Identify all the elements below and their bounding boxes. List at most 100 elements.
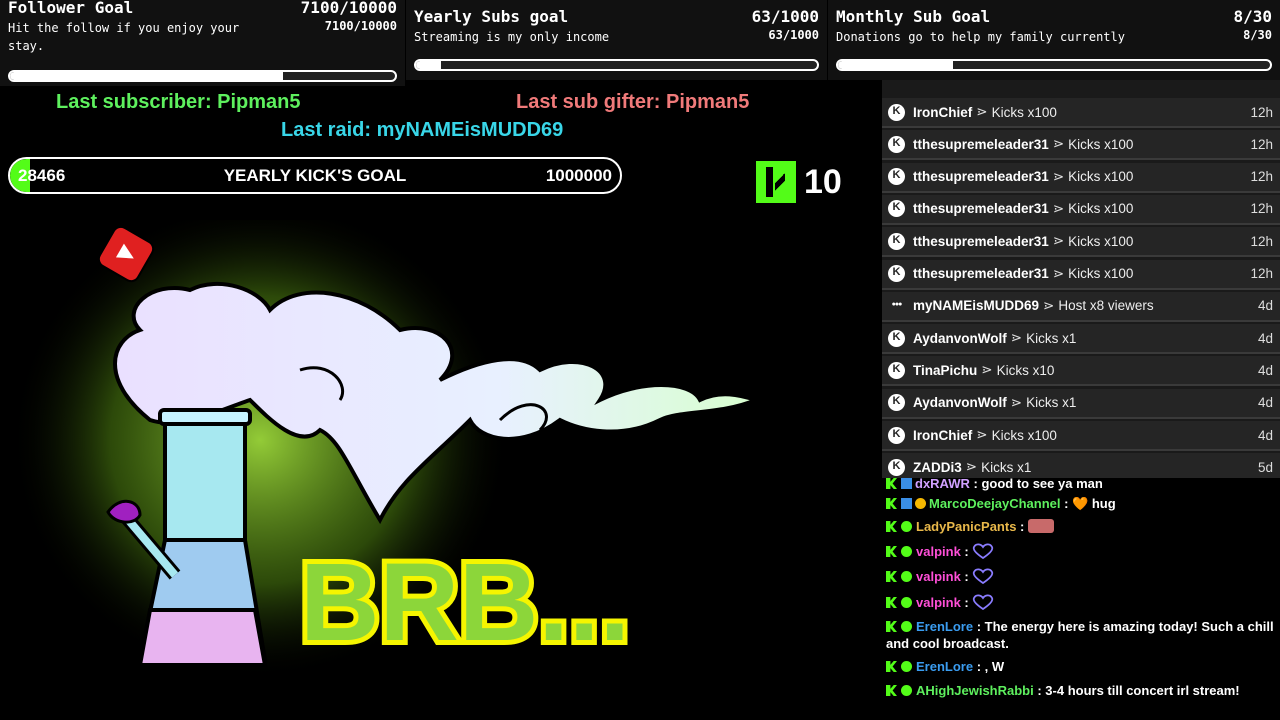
feed-row: ZADDi3⋗Kicks x1 5d — [882, 453, 1280, 480]
feed-action: Kicks x1 — [981, 459, 1032, 475]
kicks-target: 1000000 — [545, 166, 612, 185]
feed-row: tthesupremeleader31⋗Kicks x100 12h — [882, 194, 1280, 225]
feed-row: IronChief⋗Kicks x100 4d — [882, 421, 1280, 451]
chat-text: : 3-4 hours till concert irl stream! — [1033, 683, 1240, 698]
subscriber-badge-icon — [901, 498, 912, 509]
brb-scene: BRB... — [0, 220, 876, 720]
chat-panel: dxRAWR : good to see ya man MarcoDeejayCh… — [882, 478, 1280, 720]
feed-action: Kicks x1 — [1026, 395, 1077, 411]
feed-username: tthesupremeleader31 — [913, 266, 1049, 281]
verified-badge-icon — [901, 571, 912, 582]
kick-icon — [888, 329, 905, 347]
feed-action: Kicks x100 — [1068, 169, 1134, 185]
goal-progress-fill — [416, 61, 442, 69]
feed-username: AydanvonWolf — [913, 395, 1007, 411]
goal-progress-bar — [8, 70, 397, 82]
chat-message: AHighJewishRabbi : 3-4 hours till concer… — [886, 682, 1276, 699]
kick-icon — [888, 103, 905, 121]
kick-badge-icon — [886, 521, 897, 532]
feed-username: tthesupremeleader31 — [913, 233, 1049, 249]
feed-time: 4d — [1257, 362, 1273, 378]
feed-row: tthesupremeleader31⋗Kicks x100 12h — [882, 227, 1280, 258]
goal-description: Hit the follow if you enjoy your stay. — [8, 21, 240, 53]
feed-username: ZADDi3 — [913, 459, 962, 475]
feed-separator: ⋗ — [965, 459, 978, 475]
feed-username: myNAMEisMUDD69 — [913, 298, 1040, 314]
chat-message: ErenLore : The energy here is amazing to… — [886, 618, 1276, 652]
goal-count-small: 7100/10000 — [324, 19, 397, 33]
feed-row: tthesupremeleader31⋗Kicks x100 12h — [882, 130, 1280, 161]
verified-badge-icon — [901, 621, 912, 632]
kick-icon — [888, 168, 905, 186]
kick-icon — [888, 135, 905, 153]
chat-text: : — [960, 569, 973, 584]
feed-separator: ⋗ — [1052, 200, 1065, 216]
chat-message: MarcoDeejayChannel : 🧡 hug — [886, 495, 1276, 512]
chat-username[interactable]: MarcoDeejayChannel — [929, 496, 1061, 511]
feed-time: 4d — [1257, 427, 1273, 443]
last-subscriber-text: Last subscriber: Pipman5 — [56, 91, 301, 113]
kick-badge-icon — [886, 597, 897, 608]
feed-time: 4d — [1257, 330, 1273, 346]
feed-row: IronChief⋗Kicks x100 12h — [882, 98, 1280, 128]
chat-username[interactable]: valpink — [916, 544, 961, 559]
feed-time: 12h — [1250, 233, 1273, 249]
chat-username[interactable]: ErenLore — [916, 659, 973, 674]
feed-separator: ⋗ — [976, 427, 988, 442]
last-raid-text: Last raid: myNAMEisMUDD69 — [281, 119, 564, 141]
chat-username[interactable]: LadyPanicPants — [916, 519, 1016, 534]
feed-row: tthesupremeleader31⋗Kicks x100 12h — [882, 259, 1280, 290]
feed-username: tthesupremeleader31 — [913, 169, 1049, 185]
brb-illustration: BRB... — [10, 220, 762, 680]
follower-goal-widget: Follower Goal 7100/10000 Hit the follow … — [0, 0, 405, 86]
feed-username: AydanvonWolf — [913, 330, 1007, 346]
verified-badge-icon — [901, 685, 912, 696]
chat-text: : , W — [973, 659, 1005, 674]
kick-logo-icon — [756, 161, 796, 203]
kicks-goal-label: YEARLY KICK'S GOAL — [223, 166, 407, 185]
yearly-kicks-goal-bar: 28466 YEARLY KICK'S GOAL 1000000 — [8, 157, 622, 194]
feed-username: tthesupremeleader31 — [913, 201, 1049, 217]
kick-icon — [888, 458, 905, 476]
kick-counter: 10 — [756, 160, 842, 204]
feed-separator: ⋗ — [1052, 265, 1065, 281]
kick-badge-icon — [886, 571, 897, 582]
kick-count: 10 — [804, 162, 842, 201]
heart-emote-icon — [973, 568, 994, 584]
chat-username[interactable]: AHighJewishRabbi — [916, 683, 1034, 698]
feed-action: Kicks x100 — [1068, 266, 1134, 281]
feed-action: Kicks x100 — [991, 104, 1057, 120]
goal-progress-bar — [836, 59, 1272, 71]
goal-title: Follower Goal — [8, 0, 134, 17]
feed-separator: ⋗ — [981, 362, 993, 378]
chat-message: valpink : — [886, 594, 1276, 611]
emote-icon — [1028, 519, 1054, 533]
chat-username[interactable]: dxRAWR — [915, 478, 970, 491]
feed-time: 4d — [1257, 395, 1273, 411]
chat-username[interactable]: valpink — [916, 569, 961, 584]
goal-progress-fill — [10, 72, 284, 80]
chat-message: dxRAWR : good to see ya man — [886, 478, 1276, 492]
kick-icon — [888, 232, 905, 250]
verified-badge-icon — [901, 597, 912, 608]
chat-username[interactable]: ErenLore — [916, 619, 973, 634]
feed-action: Kicks x100 — [1068, 201, 1134, 217]
kick-icon — [888, 394, 905, 412]
activity-feed: IronChief⋗Kicks x10012htthesupremeleader… — [882, 80, 1280, 480]
goal-progress-bar — [414, 59, 819, 71]
chat-message: LadyPanicPants : — [886, 518, 1276, 535]
goal-count: 8/30 — [1233, 7, 1272, 26]
feed-time: 12h — [1250, 266, 1273, 281]
feed-username: IronChief — [913, 104, 973, 120]
feed-row: TinaPichu⋗Kicks x10 4d — [882, 356, 1280, 387]
host-icon — [888, 297, 905, 314]
feed-separator: ⋗ — [1043, 297, 1055, 313]
heart-emote-icon — [973, 594, 994, 610]
feed-row: AydanvonWolf⋗Kicks x1 4d — [882, 324, 1280, 355]
verified-badge-icon — [901, 521, 912, 532]
chat-text: : — [960, 595, 973, 610]
chat-username[interactable]: valpink — [916, 595, 961, 610]
kick-badge-icon — [886, 685, 897, 696]
verified-badge-icon — [901, 546, 912, 557]
goal-progress-fill — [838, 61, 954, 69]
